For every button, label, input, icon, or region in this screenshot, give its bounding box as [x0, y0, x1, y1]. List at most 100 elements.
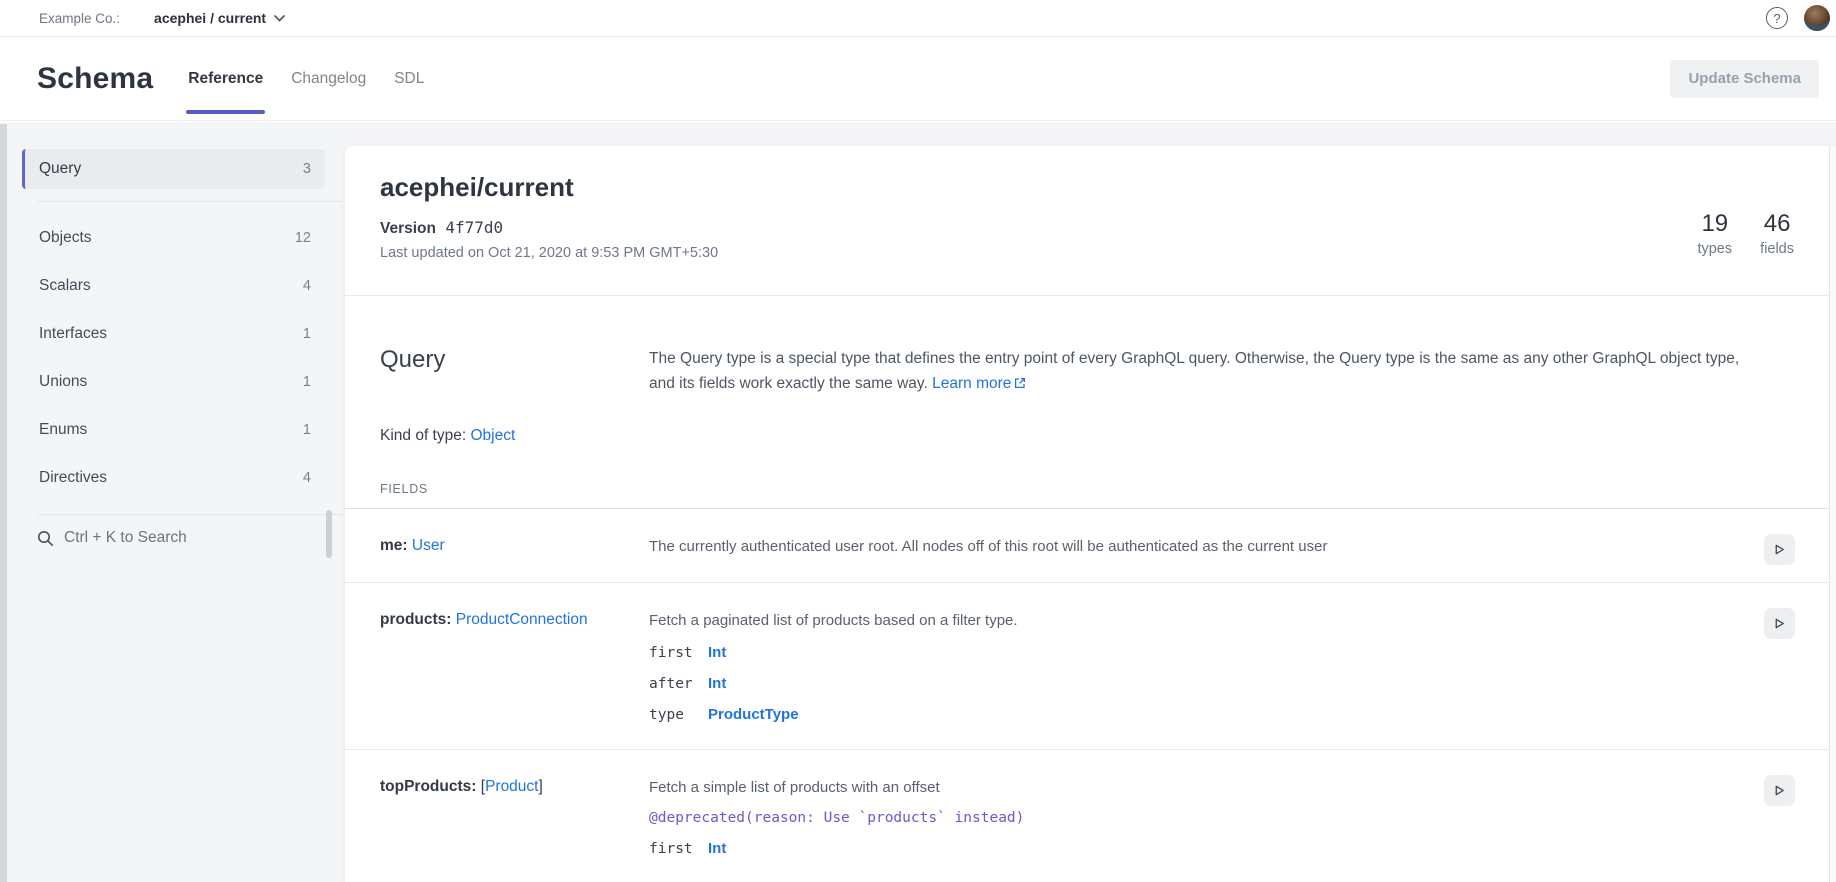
field-row: products: ProductConnectionFetch a pagin…	[345, 583, 1836, 750]
run-in-explorer-button[interactable]	[1764, 534, 1795, 565]
chevron-down-icon	[274, 15, 285, 22]
stat-label: fields	[1760, 241, 1794, 257]
user-avatar[interactable]	[1804, 5, 1830, 31]
field-signature: products: ProductConnection	[380, 611, 649, 723]
argument-type-link[interactable]: Int	[708, 644, 726, 661]
stat-value: 46	[1760, 210, 1794, 238]
sidebar-item-unions[interactable]: Unions 1	[22, 358, 325, 406]
sidebar-item-query[interactable]: Query3	[22, 149, 325, 189]
search-trigger[interactable]: Ctrl + K to Search	[22, 529, 345, 547]
sidebar-item-label: Objects	[39, 229, 92, 247]
field-type-link[interactable]: Product	[485, 778, 538, 795]
type-bracket: ]	[538, 778, 542, 795]
external-link-icon	[1014, 377, 1026, 389]
tab-reference[interactable]: Reference	[186, 37, 265, 120]
sidebar-item-count: 1	[303, 374, 311, 390]
sidebar-item-count: 4	[303, 470, 311, 486]
help-icon[interactable]: ?	[1766, 7, 1788, 29]
stat-fields: 46 fields	[1760, 210, 1794, 257]
stat-label: types	[1697, 241, 1732, 257]
content-scrollbar-thumb[interactable]	[326, 510, 332, 558]
tab-bar: Reference Changelog SDL	[186, 37, 426, 120]
sidebar-item-label: Scalars	[39, 277, 91, 295]
schema-stats: 19 types 46 fields	[1697, 210, 1794, 257]
run-in-explorer-button[interactable]	[1764, 775, 1795, 806]
play-icon	[1773, 617, 1786, 630]
sidebar-nav: Query3Objects12Scalars4Interfaces1Unions…	[22, 149, 345, 515]
kind-value-link[interactable]: Object	[470, 427, 515, 444]
search-icon	[37, 530, 54, 547]
argument-name: first	[649, 841, 708, 857]
search-hint-label: Ctrl + K to Search	[64, 529, 187, 547]
version-line: Version 4f77d0	[380, 218, 1792, 238]
schema-sidebar: Query3Objects12Scalars4Interfaces1Unions…	[0, 122, 345, 882]
version-label: Version	[380, 220, 436, 237]
sidebar-item-label: Enums	[39, 421, 87, 439]
argument-type-link[interactable]: Int	[708, 675, 726, 692]
field-signature: topProducts: [Product]	[380, 778, 649, 857]
play-icon	[1773, 543, 1786, 556]
argument-type-link[interactable]: Int	[708, 840, 726, 857]
sidebar-divider	[38, 514, 342, 515]
schema-reference-card: acephei/current Version 4f77d0 Last upda…	[345, 146, 1836, 882]
stat-types: 19 types	[1697, 210, 1732, 257]
sidebar-item-objects[interactable]: Objects 12	[22, 214, 325, 262]
field-name: me:	[380, 537, 412, 554]
page-header: Schema ReferenceChangelogSDL Update Sche…	[0, 37, 1836, 121]
graph-summary-header: acephei/current Version 4f77d0 Last upda…	[345, 146, 1836, 296]
learn-more-link[interactable]: Learn more	[932, 375, 1026, 392]
sidebar-item-directives[interactable]: Directives 4	[22, 454, 325, 502]
sidebar-item-enums[interactable]: Enums 1	[22, 406, 325, 454]
fields-section-label: FIELDS	[345, 482, 1836, 496]
tab-sdl[interactable]: SDL	[392, 37, 426, 120]
field-row: me: User The currently authenticated user…	[345, 509, 1836, 583]
argument-type-link[interactable]: ProductType	[708, 706, 799, 723]
org-label: Example Co.:	[39, 11, 120, 26]
type-name-column: Query	[380, 346, 649, 396]
graph-picker-dropdown[interactable]: acephei / current	[154, 10, 285, 26]
kind-label: Kind of type:	[380, 427, 470, 444]
sidebar-item-label: Unions	[39, 373, 87, 391]
left-scrollbar[interactable]	[0, 124, 7, 882]
argument-row: firstInt	[649, 840, 1745, 857]
field-row: topProducts: [Product]Fetch a simple lis…	[345, 750, 1836, 882]
field-type-link[interactable]: ProductConnection	[456, 611, 588, 628]
type-header: Query The Query type is a special type t…	[345, 296, 1836, 396]
sidebar-item-count: 1	[303, 326, 311, 342]
argument-name: first	[649, 645, 708, 661]
argument-name: type	[649, 707, 708, 723]
field-body: Fetch a paginated list of products based…	[649, 611, 1745, 723]
type-name: Query	[380, 346, 649, 374]
sidebar-item-scalars[interactable]: Scalars 4	[22, 262, 325, 310]
field-name: topProducts:	[380, 778, 481, 795]
field-description: Fetch a paginated list of products based…	[649, 611, 1745, 630]
field-body: Fetch a simple list of products with an …	[649, 778, 1745, 857]
sidebar-item-label: Directives	[39, 469, 107, 487]
sidebar-item-interfaces[interactable]: Interfaces 1	[22, 310, 325, 358]
tab-changelog[interactable]: Changelog	[289, 37, 368, 120]
field-body: The currently authenticated user root. A…	[649, 537, 1745, 556]
card-scrollbar[interactable]	[1829, 146, 1836, 882]
sidebar-item-count: 4	[303, 278, 311, 294]
argument-row: firstInt	[649, 644, 1745, 661]
sidebar-item-label: Interfaces	[39, 325, 107, 343]
sidebar-item-count: 12	[295, 230, 311, 246]
stat-value: 19	[1697, 210, 1732, 238]
graph-picker-label: acephei / current	[154, 10, 266, 26]
update-schema-button[interactable]: Update Schema	[1670, 60, 1819, 98]
type-description: The Query type is a special type that de…	[649, 346, 1745, 396]
sidebar-item-count: 1	[303, 422, 311, 438]
sidebar-item-label: Query	[39, 160, 81, 178]
field-description: The currently authenticated user root. A…	[649, 537, 1745, 556]
version-value: 4f77d0	[445, 218, 503, 237]
top-bar: Example Co.: acephei / current ?	[0, 0, 1836, 37]
field-type-link[interactable]: User	[412, 537, 445, 554]
body-region: Query3Objects12Scalars4Interfaces1Unions…	[0, 122, 1836, 882]
argument-row: afterInt	[649, 675, 1745, 692]
field-list: me: User The currently authenticated user…	[345, 509, 1836, 882]
run-in-explorer-button[interactable]	[1764, 608, 1795, 639]
sidebar-divider	[38, 201, 342, 202]
graph-title: acephei/current	[380, 172, 1792, 203]
kind-of-type-row: Kind of type: Object	[345, 427, 1836, 445]
field-description: Fetch a simple list of products with an …	[649, 778, 1745, 797]
